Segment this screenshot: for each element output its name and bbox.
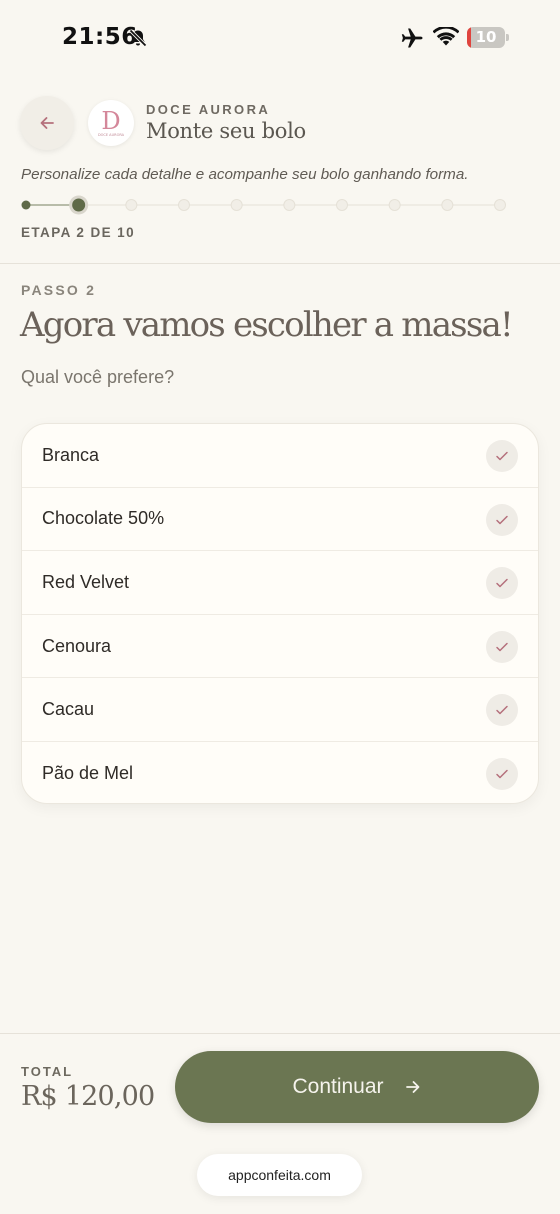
step-headline: Agora vamos escolher a massa! [20,305,514,345]
total-label: TOTAL [21,1064,74,1079]
divider [0,263,560,264]
check-icon [486,757,518,790]
continue-button[interactable]: Continuar [175,1051,539,1123]
arrow-right-icon [405,1081,419,1093]
progress-dot-current [72,198,86,212]
option-branca[interactable]: Branca [22,424,538,488]
status-time: 21:56 [62,24,138,50]
arrow-left-icon [40,117,54,129]
option-label: Red Velvet [42,571,130,592]
progress-dot-done [21,200,31,210]
back-button[interactable] [20,96,74,150]
option-cenoura[interactable]: Cenoura [22,615,538,679]
option-cacau[interactable]: Cacau [22,678,538,742]
bell-slash-icon [129,29,147,47]
option-label: Cenoura [42,635,112,656]
check-icon [486,567,518,600]
option-label: Branca [42,444,100,465]
check-icon [486,440,518,472]
logo-letter: D [101,107,120,135]
continue-label: Continuar [292,1075,384,1098]
footer: TOTAL R$ 120,00 Continuar appconfeita.co… [0,1033,560,1214]
option-label: Pão de Mel [42,763,134,784]
stage-label: ETAPA 2 DE 10 [21,225,135,240]
progress-dot-pending [336,199,348,211]
check-icon [486,503,518,536]
logo-caption: DOCE AURORA [98,133,125,137]
airplane-icon [401,28,423,48]
brand-name: DOCE AURORA [146,102,271,117]
url-bar[interactable]: appconfeita.com [197,1154,362,1196]
check-icon [486,694,518,727]
progress-dot-pending [494,199,506,211]
progress-dot-pending [388,199,401,211]
header-title: Monte seu bolo [146,119,306,143]
header-subtitle: Personalize cada detalhe e acompanhe seu… [21,166,469,183]
progress-stepper [21,195,506,215]
check-icon [486,630,518,663]
progress-dot-pending [125,199,138,211]
status-bar: 21:56 10 [0,0,560,76]
option-label: Chocolate 50% [42,508,165,529]
progress-dot-pending [178,199,190,211]
brand-logo: D DOCE AURORA [88,100,134,146]
option-pao-de-mel[interactable]: Pão de Mel [22,742,538,803]
wifi-icon [433,27,459,46]
step-question: Qual você prefere? [21,367,175,387]
option-red-velvet[interactable]: Red Velvet [22,551,538,615]
battery-level: 10 [475,28,497,46]
option-chocolate-50[interactable]: Chocolate 50% [22,488,538,552]
progress-dot-pending [283,199,296,211]
options-list: Branca Chocolate 50% Red Velvet Cenoura … [21,423,539,804]
progress-dot-pending [441,199,454,211]
step-label: PASSO 2 [21,282,97,298]
option-label: Cacau [42,699,95,720]
battery-icon: 10 [467,27,505,48]
total-value: R$ 120,00 [21,1081,155,1112]
progress-dot-pending [230,199,243,211]
